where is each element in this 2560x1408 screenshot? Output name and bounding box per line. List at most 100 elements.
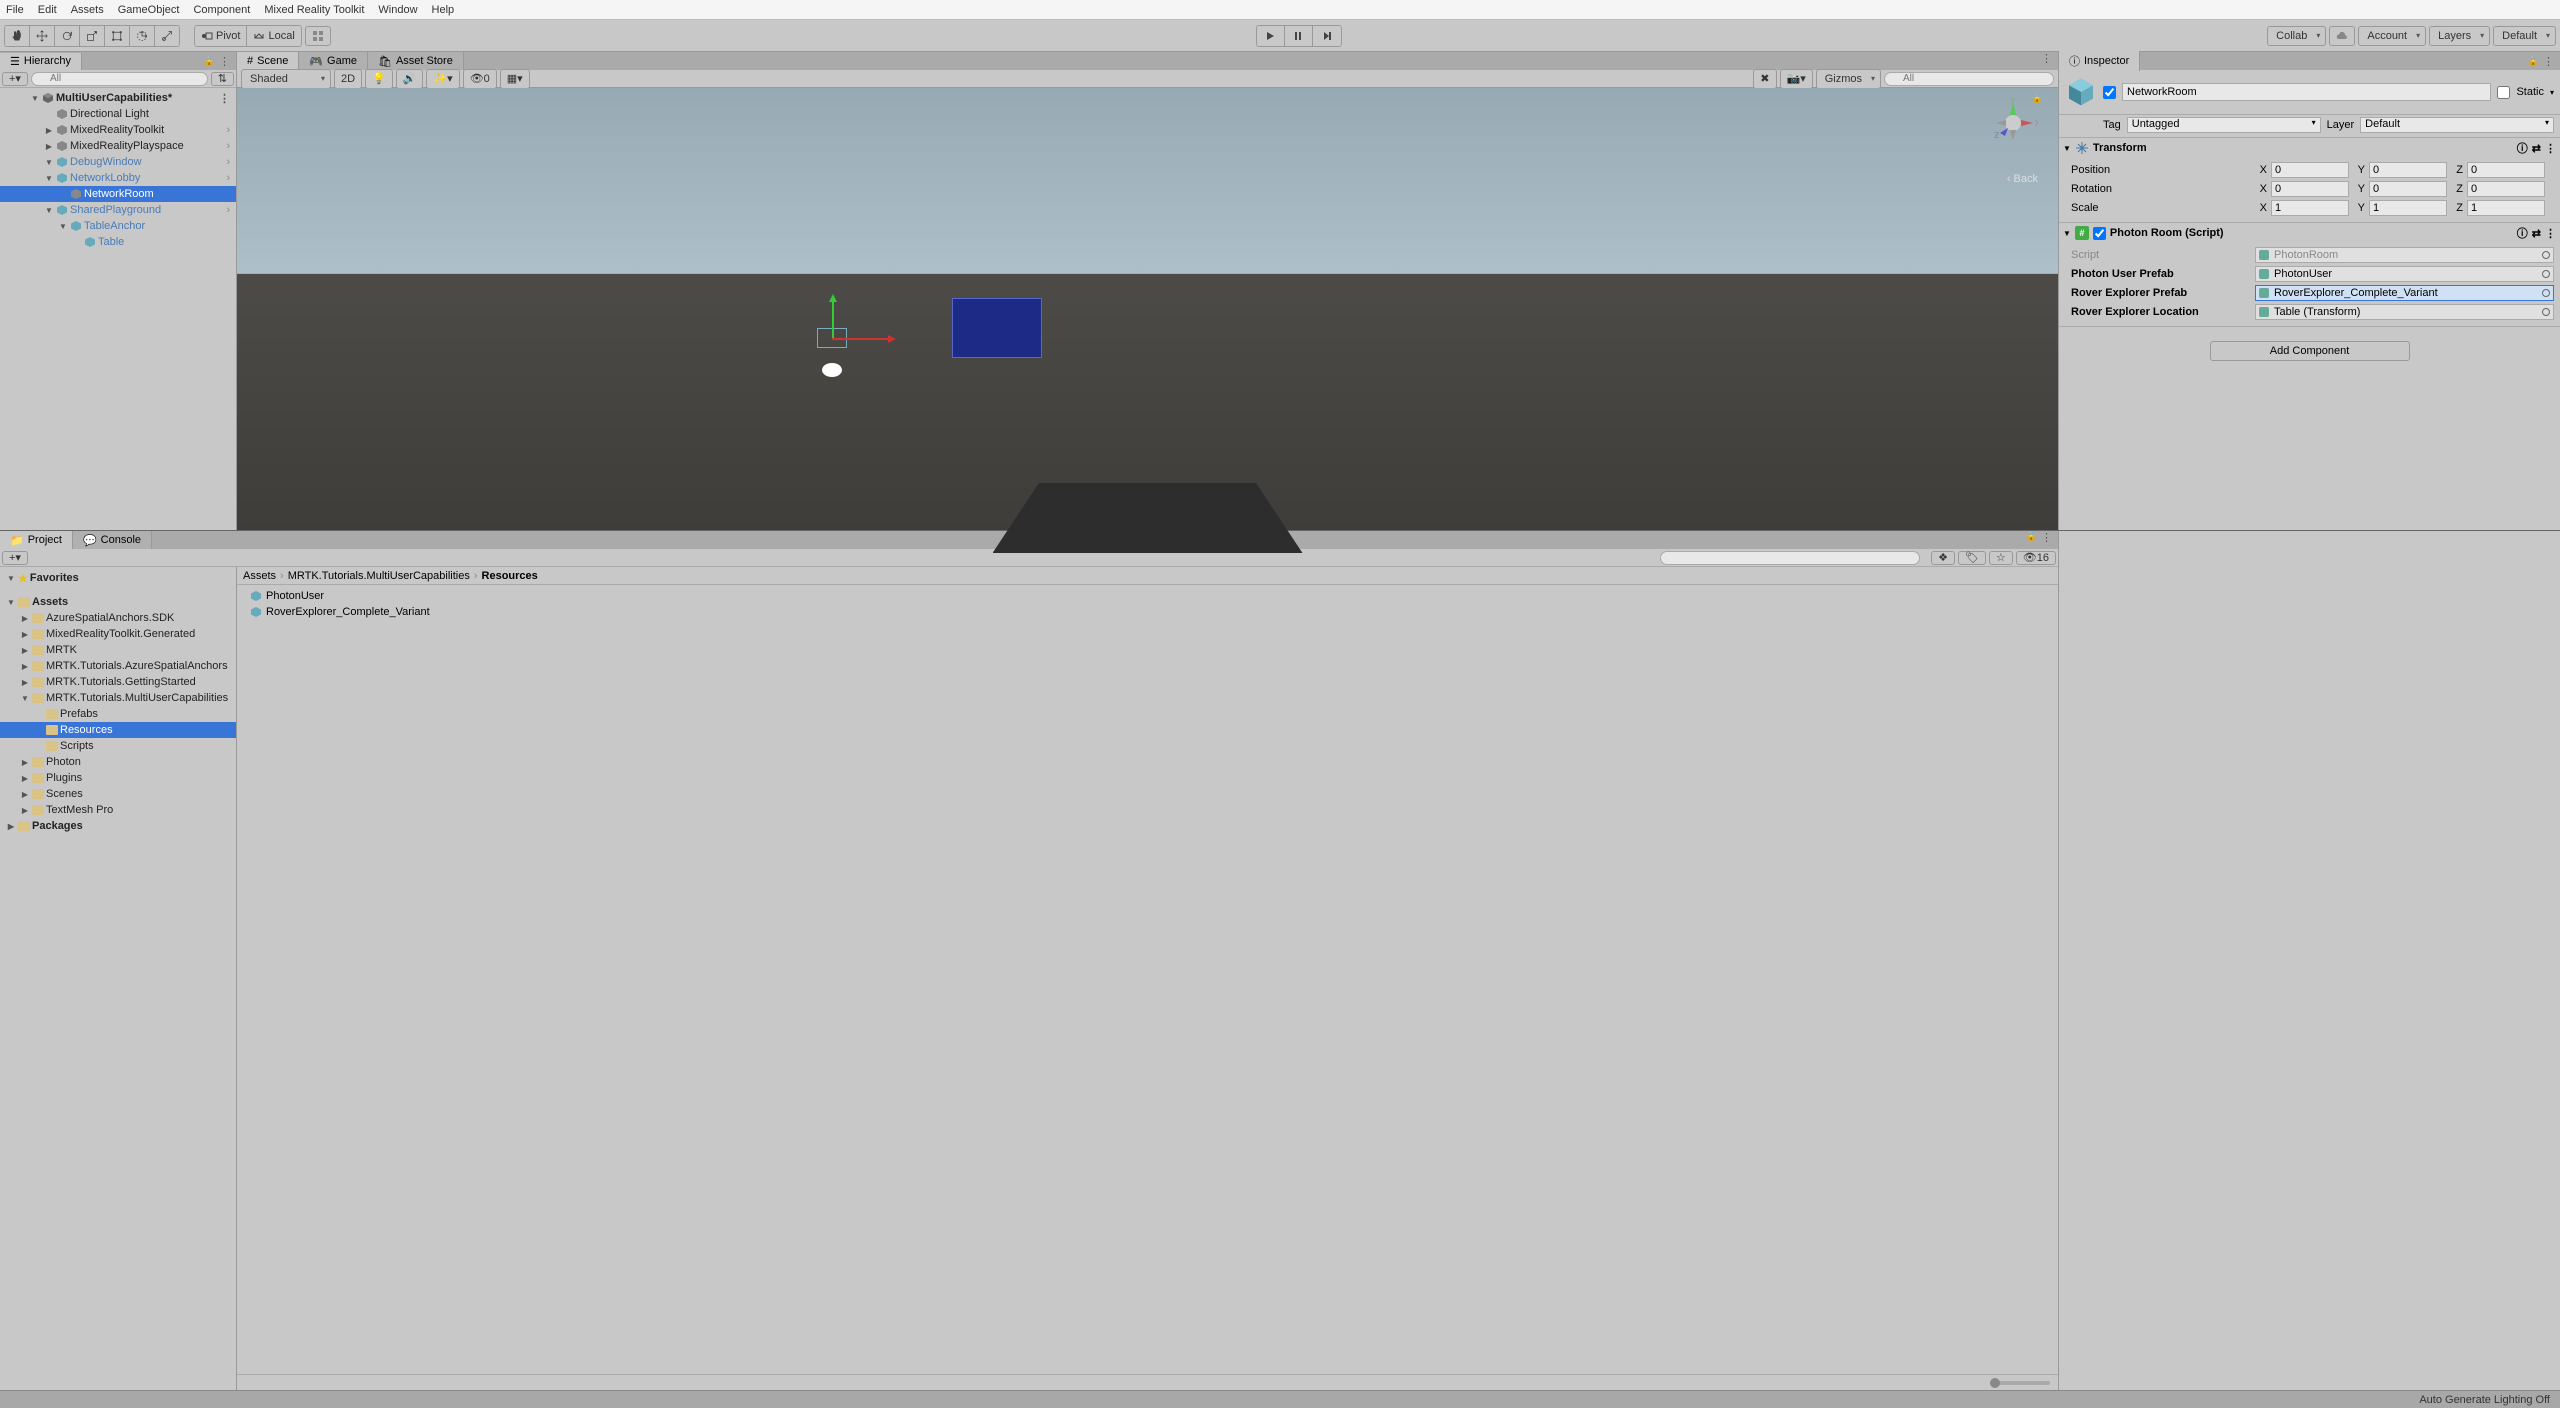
add-component-button[interactable]: Add Component — [2210, 341, 2410, 361]
menu-assets[interactable]: Assets — [71, 4, 104, 16]
hierarchy-item[interactable]: ▼DebugWindow› — [0, 154, 236, 170]
project-tree-item[interactable]: ▼ MRTK.Tutorials.MultiUserCapabilities — [0, 690, 236, 706]
scl-y[interactable] — [2369, 200, 2447, 216]
move-tool[interactable] — [30, 26, 55, 46]
tag-dropdown[interactable]: Untagged — [2127, 117, 2321, 133]
hand-tool[interactable] — [5, 26, 30, 46]
back-button[interactable]: ‹ Back — [2007, 173, 2038, 185]
transform-header[interactable]: ▼ Transform ⓘ⇄⋮ — [2059, 138, 2560, 158]
fx-toggle[interactable]: ✨▾ — [426, 69, 459, 89]
hierarchy-item[interactable]: ▶MixedRealityToolkit› — [0, 122, 236, 138]
project-tree-item[interactable]: ▶ TextMesh Pro — [0, 802, 236, 818]
local-toggle[interactable]: Local — [247, 26, 300, 46]
pos-y[interactable] — [2369, 162, 2447, 178]
project-tree-item[interactable]: ▶ MRTK.Tutorials.AzureSpatialAnchors — [0, 658, 236, 674]
rover-prefab-field[interactable]: RoverExplorer_Complete_Variant — [2255, 285, 2554, 301]
component-enabled[interactable] — [2093, 227, 2106, 240]
menu-window[interactable]: Window — [378, 4, 417, 16]
lock-icon[interactable]: 🔒 — [2528, 56, 2539, 67]
tag-icon[interactable]: 🏷 — [1958, 551, 1986, 565]
light-toggle[interactable]: 💡 — [365, 69, 393, 89]
menu-component[interactable]: Component — [193, 4, 250, 16]
favorites[interactable]: ▼★ Favorites — [0, 570, 236, 586]
pause-button[interactable] — [1285, 26, 1313, 46]
scene-root[interactable]: ▼ MultiUserCapabilities* ⋮ — [0, 90, 236, 106]
project-tree-item[interactable]: Prefabs — [0, 706, 236, 722]
rect-tool[interactable] — [105, 26, 130, 46]
hierarchy-tab[interactable]: ☰ Hierarchy — [0, 53, 82, 70]
project-tree-item[interactable]: ▶ Photon — [0, 754, 236, 770]
gizmos-dropdown[interactable]: Gizmos — [1816, 69, 1881, 89]
hierarchy-item[interactable]: ▶MixedRealityPlayspace› — [0, 138, 236, 154]
shaded-dropdown[interactable]: Shaded — [241, 69, 331, 89]
hidden-count[interactable]: 👁 16 — [2016, 551, 2056, 565]
active-checkbox[interactable] — [2103, 86, 2116, 99]
hierarchy-item[interactable]: ▼TableAnchor — [0, 218, 236, 234]
list-item[interactable]: PhotonUser — [240, 588, 2055, 604]
game-tab[interactable]: 🎮 Game — [299, 52, 368, 70]
menu-file[interactable]: File — [6, 4, 24, 16]
zoom-slider[interactable] — [1990, 1381, 2050, 1385]
rotate-tool[interactable] — [55, 26, 80, 46]
filter-icon[interactable]: ❖ — [1931, 551, 1955, 565]
user-prefab-field[interactable]: PhotonUser — [2255, 266, 2554, 282]
play-button[interactable] — [1257, 26, 1285, 46]
context-icon[interactable]: ⋮ — [219, 55, 230, 68]
crumb-assets[interactable]: Assets — [243, 570, 276, 582]
context-icon[interactable]: ⋮ — [2041, 52, 2052, 70]
assets-root[interactable]: ▼ Assets — [0, 594, 236, 610]
rot-z[interactable] — [2467, 181, 2545, 197]
menu-gameobject[interactable]: GameObject — [118, 4, 180, 16]
collab-dropdown[interactable]: Collab — [2267, 26, 2326, 46]
2d-toggle[interactable]: 2D — [334, 69, 362, 89]
project-tree-item[interactable]: Resources — [0, 722, 236, 738]
cam-icon[interactable]: 📷▾ — [1780, 69, 1813, 89]
sort-button[interactable]: ⇅ — [211, 72, 234, 86]
context-icon[interactable]: ⋮ — [2041, 531, 2052, 549]
star-icon[interactable]: ☆ — [1989, 551, 2013, 565]
orientation-gizmo[interactable]: y x z 🔒 — [1988, 98, 2038, 168]
crumb-current[interactable]: Resources — [482, 570, 538, 582]
name-field[interactable] — [2122, 83, 2491, 101]
hierarchy-item[interactable]: ▼NetworkLobby› — [0, 170, 236, 186]
hierarchy-item[interactable]: Table — [0, 234, 236, 250]
project-search[interactable] — [1660, 551, 1920, 565]
scene-search[interactable] — [1884, 72, 2054, 86]
grid-toggle[interactable]: ▦▾ — [500, 69, 530, 89]
layout-dropdown[interactable]: Default — [2493, 26, 2556, 46]
context-icon[interactable]: ⋮ — [2543, 55, 2554, 68]
menu-mrtk[interactable]: Mixed Reality Toolkit — [264, 4, 364, 16]
assetstore-tab[interactable]: 🛍 Asset Store — [368, 52, 464, 70]
project-tree-item[interactable]: ▶ Scenes — [0, 786, 236, 802]
project-tab[interactable]: 📁 Project — [0, 531, 73, 549]
layer-dropdown[interactable]: Default — [2360, 117, 2554, 133]
create-button[interactable]: +▾ — [2, 72, 28, 86]
menu-edit[interactable]: Edit — [38, 4, 57, 16]
static-checkbox[interactable] — [2497, 86, 2510, 99]
layers-dropdown[interactable]: Layers — [2429, 26, 2490, 46]
transform-tool[interactable] — [130, 26, 155, 46]
account-dropdown[interactable]: Account — [2358, 26, 2426, 46]
hierarchy-item[interactable]: Directional Light — [0, 106, 236, 122]
step-button[interactable] — [1313, 26, 1341, 46]
snap-toggle[interactable] — [305, 26, 331, 46]
scl-z[interactable] — [2467, 200, 2545, 216]
project-tree-item[interactable]: Scripts — [0, 738, 236, 754]
custom-tool[interactable] — [155, 26, 179, 46]
lock-icon[interactable]: 🔒 — [204, 56, 215, 67]
create-button[interactable]: +▾ — [2, 551, 28, 565]
rover-location-field[interactable]: Table (Transform) — [2255, 304, 2554, 320]
project-tree-item[interactable]: ▶ Plugins — [0, 770, 236, 786]
pivot-toggle[interactable]: Pivot — [195, 26, 247, 46]
packages-root[interactable]: ▶ Packages — [0, 818, 236, 834]
project-tree-item[interactable]: ▶ AzureSpatialAnchors.SDK — [0, 610, 236, 626]
photon-header[interactable]: ▼ # Photon Room (Script) ⓘ⇄⋮ — [2059, 223, 2560, 243]
tool-icon[interactable]: ✖ — [1753, 69, 1776, 89]
inspector-tab[interactable]: ⓘ Inspector — [2059, 51, 2140, 71]
lock-icon[interactable]: 🔒 — [2026, 531, 2037, 549]
project-tree-item[interactable]: ▶ MixedRealityToolkit.Generated — [0, 626, 236, 642]
pos-x[interactable] — [2271, 162, 2349, 178]
hierarchy-item[interactable]: NetworkRoom — [0, 186, 236, 202]
hierarchy-search[interactable] — [31, 72, 208, 86]
scene-tab[interactable]: # Scene — [237, 52, 299, 70]
